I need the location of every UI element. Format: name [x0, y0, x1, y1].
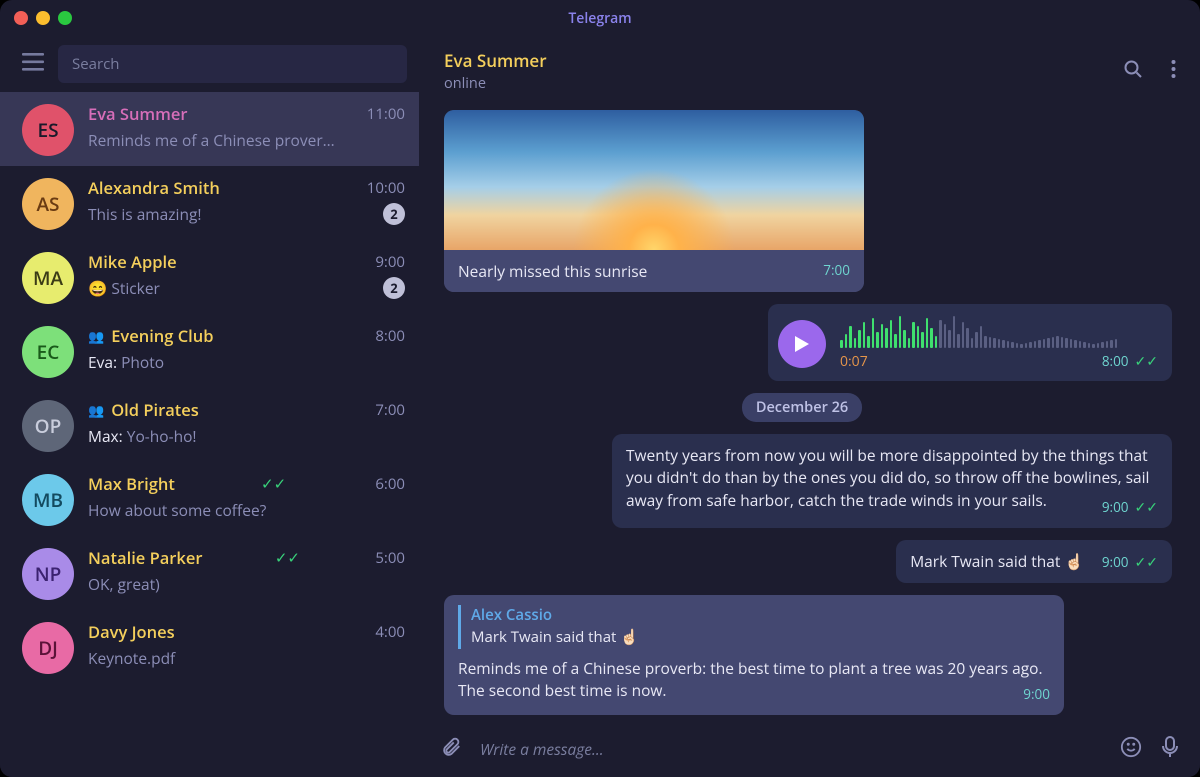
- search-icon[interactable]: [1123, 59, 1143, 84]
- chat-preview: Max: Yo-ho-ho!: [88, 425, 405, 447]
- chat-time: 9:00: [375, 252, 405, 272]
- chat-list: ES Eva Summer 11:00 Reminds me of a Chinese…: [0, 92, 419, 777]
- chat-preview: Keynote.pdf: [88, 647, 405, 669]
- microphone-icon[interactable]: [1160, 735, 1180, 764]
- avatar: ES: [22, 104, 74, 156]
- chat-time: 10:00: [367, 178, 405, 198]
- chat-preview: OK, great): [88, 573, 405, 595]
- message-body: Twenty years from now you will be more d…: [626, 444, 1149, 511]
- message-input[interactable]: Write a message...: [480, 738, 1102, 760]
- chat-item[interactable]: NP Natalie Parker ✓✓ 5:00 OK, great): [0, 536, 419, 610]
- reply-author: Alex Cassio: [471, 605, 1050, 627]
- attach-icon[interactable]: [440, 736, 462, 763]
- conversation-status: online: [444, 74, 547, 93]
- reply-text: Mark Twain said that ☝🏻: [471, 627, 1050, 649]
- avatar: NP: [22, 548, 74, 600]
- avatar: MA: [22, 252, 74, 304]
- menu-icon[interactable]: [22, 53, 44, 76]
- message-composer: Write a message...: [420, 721, 1200, 777]
- message-list: Nearly missed this sunrise 7:00: [420, 106, 1200, 721]
- chat-item[interactable]: DJ Davy Jones 4:00 Keynote.pdf: [0, 610, 419, 684]
- avatar: OP: [22, 400, 74, 452]
- avatar: AS: [22, 178, 74, 230]
- chat-preview: How about some coffee?: [88, 499, 405, 521]
- chat-time: 5:00: [375, 548, 405, 568]
- chat-name: Old Pirates: [111, 398, 199, 421]
- chat-item[interactable]: EC 👥 Evening Club 8:00 Eva: Photo: [0, 314, 419, 388]
- read-checks-icon: ✓✓: [1135, 553, 1158, 572]
- titlebar: Telegram: [0, 0, 1200, 36]
- sidebar: Search ES Eva Summer 11:00 Reminds me of a …: [0, 36, 420, 777]
- search-placeholder: Search: [72, 54, 120, 74]
- reply-quote[interactable]: Alex Cassio Mark Twain said that ☝🏻: [458, 605, 1050, 649]
- group-icon: 👥: [88, 327, 104, 345]
- photo-attachment: [444, 110, 864, 250]
- chat-item[interactable]: OP 👥 Old Pirates 7:00 Max: Yo-ho-ho!: [0, 388, 419, 462]
- message-text[interactable]: Mark Twain said that ☝🏻 9:00 ✓✓: [896, 540, 1172, 583]
- voice-waveform[interactable]: [840, 314, 1158, 348]
- chat-time: 8:00: [375, 326, 405, 346]
- chat-name: Evening Club: [111, 324, 213, 347]
- read-checks-icon: ✓✓: [275, 548, 300, 568]
- read-checks-icon: ✓✓: [1135, 498, 1158, 517]
- chat-item[interactable]: MB Max Bright ✓✓ 6:00 How about some coffee?: [0, 462, 419, 536]
- chat-name: Max Bright: [88, 472, 175, 495]
- chat-preview: 😄 Sticker: [88, 277, 375, 299]
- play-button[interactable]: [778, 320, 826, 368]
- window-title: Telegram: [0, 9, 1200, 28]
- emoji-icon[interactable]: [1120, 736, 1142, 763]
- chat-name: Alexandra Smith: [88, 176, 220, 199]
- date-separator: December 26: [742, 393, 862, 422]
- message-time: 8:00: [1102, 352, 1129, 370]
- chat-time: 7:00: [375, 400, 405, 420]
- message-text[interactable]: Twenty years from now you will be more d…: [612, 434, 1172, 528]
- voice-duration: 0:07: [840, 352, 868, 372]
- chat-time: 11:00: [367, 104, 405, 124]
- search-input[interactable]: Search: [58, 45, 407, 83]
- message-time: 7:00: [823, 261, 850, 281]
- chat-preview: This is amazing!: [88, 203, 375, 225]
- chat-name: Natalie Parker: [88, 546, 203, 569]
- chat-preview: Reminds me of a Chinese prover…: [88, 129, 405, 151]
- app-window: Telegram Search ES Eva Summer 11:00 Reminds…: [0, 0, 1200, 777]
- message-voice[interactable]: 0:07 8:00 ✓✓: [768, 304, 1172, 380]
- conversation-title[interactable]: Eva Summer: [444, 49, 547, 72]
- unread-badge: 2: [383, 277, 405, 299]
- chat-name: Davy Jones: [88, 620, 175, 643]
- chat-name: Eva Summer: [88, 102, 188, 125]
- chat-item[interactable]: ES Eva Summer 11:00 Reminds me of a Chinese…: [0, 92, 419, 166]
- chat-item[interactable]: MA Mike Apple 9:00😄 Sticker 2: [0, 240, 419, 314]
- chat-preview: Eva: Photo: [88, 351, 405, 373]
- avatar: MB: [22, 474, 74, 526]
- chat-item[interactable]: AS Alexandra Smith 10:00 This is amazing! 2: [0, 166, 419, 240]
- message-time: 9:00: [1023, 685, 1050, 705]
- conversation-pane: Eva Summer online Nearly missed this sun…: [420, 36, 1200, 777]
- chat-time: 6:00: [375, 474, 405, 494]
- unread-badge: 2: [383, 203, 405, 225]
- conversation-header: Eva Summer online: [420, 36, 1200, 106]
- message-time: 9:00: [1102, 553, 1129, 571]
- chat-time: 4:00: [375, 622, 405, 642]
- read-checks-icon: ✓✓: [1135, 352, 1158, 371]
- message-reply[interactable]: Alex Cassio Mark Twain said that ☝🏻 Remi…: [444, 595, 1064, 715]
- avatar: EC: [22, 326, 74, 378]
- message-time: 9:00: [1102, 498, 1129, 516]
- photo-caption: Nearly missed this sunrise: [458, 260, 647, 282]
- group-icon: 👥: [88, 401, 104, 419]
- message-photo[interactable]: Nearly missed this sunrise 7:00: [444, 110, 864, 292]
- more-icon[interactable]: [1171, 59, 1176, 84]
- chat-name: Mike Apple: [88, 250, 177, 273]
- message-body: Reminds me of a Chinese proverb: the bes…: [458, 657, 1043, 701]
- avatar: DJ: [22, 622, 74, 674]
- read-checks-icon: ✓✓: [261, 474, 286, 494]
- message-body: Mark Twain said that ☝🏻: [910, 550, 1084, 572]
